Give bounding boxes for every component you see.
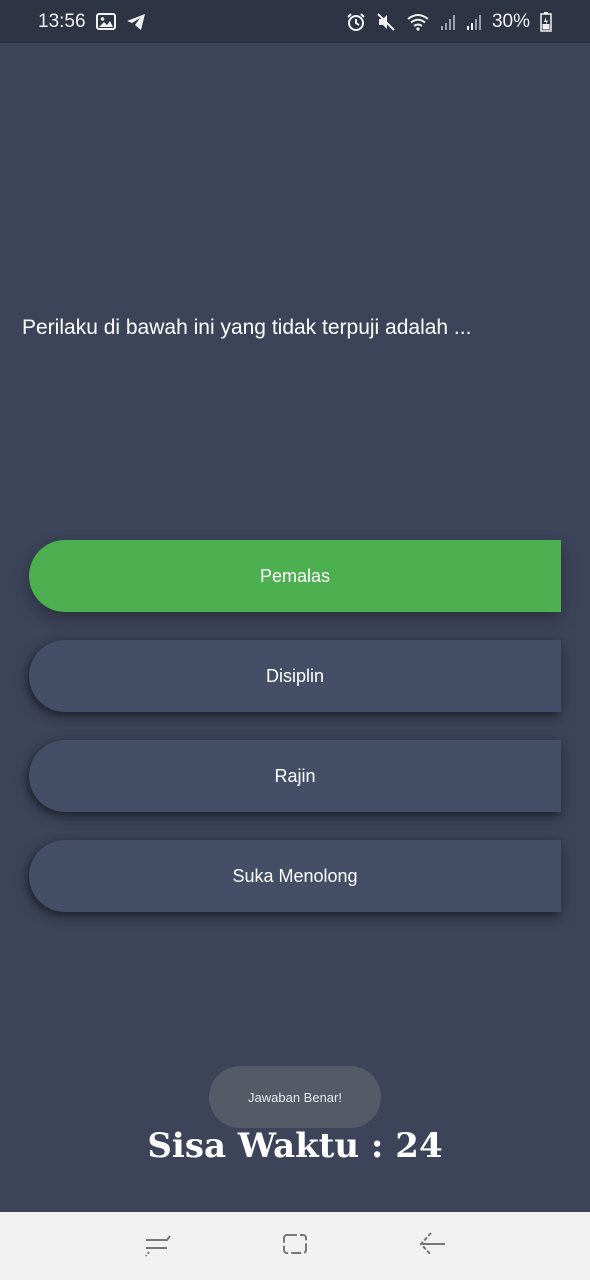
answer-button-2[interactable]: Disiplin <box>29 640 561 712</box>
recent-apps-button[interactable] <box>128 1221 188 1271</box>
answer-button-4[interactable]: Suka Menolong <box>29 840 561 912</box>
alarm-icon <box>346 12 366 32</box>
status-right: 30% <box>346 11 552 33</box>
signal-icon <box>440 13 456 31</box>
mute-icon <box>376 12 396 32</box>
status-left: 13:56 <box>38 11 146 33</box>
recent-apps-icon <box>143 1231 173 1262</box>
timer-text: Sisa Waktu : 24 <box>147 1126 443 1166</box>
image-icon <box>95 13 116 30</box>
wifi-icon <box>406 13 430 31</box>
battery-percent: 30% <box>491 10 530 32</box>
home-button[interactable] <box>265 1221 325 1271</box>
back-button[interactable] <box>402 1221 462 1271</box>
navigation-bar <box>0 1212 590 1280</box>
signal-icon <box>466 13 482 31</box>
toast-message: Jawaban Benar! <box>209 1066 381 1128</box>
home-icon <box>281 1231 309 1262</box>
answer-button-1[interactable]: Pemalas <box>29 540 561 612</box>
answer-button-3[interactable]: Rajin <box>29 740 561 812</box>
status-bar: 13:56 30% <box>0 0 590 43</box>
answer-list: Pemalas Disiplin Rajin Suka Menolong <box>29 540 561 940</box>
status-time: 13:56 <box>38 10 86 32</box>
battery-icon <box>540 11 552 32</box>
telegram-icon <box>126 13 146 31</box>
back-icon <box>417 1230 447 1263</box>
question-text: Perilaku di bawah ini yang tidak terpuji… <box>22 316 472 339</box>
